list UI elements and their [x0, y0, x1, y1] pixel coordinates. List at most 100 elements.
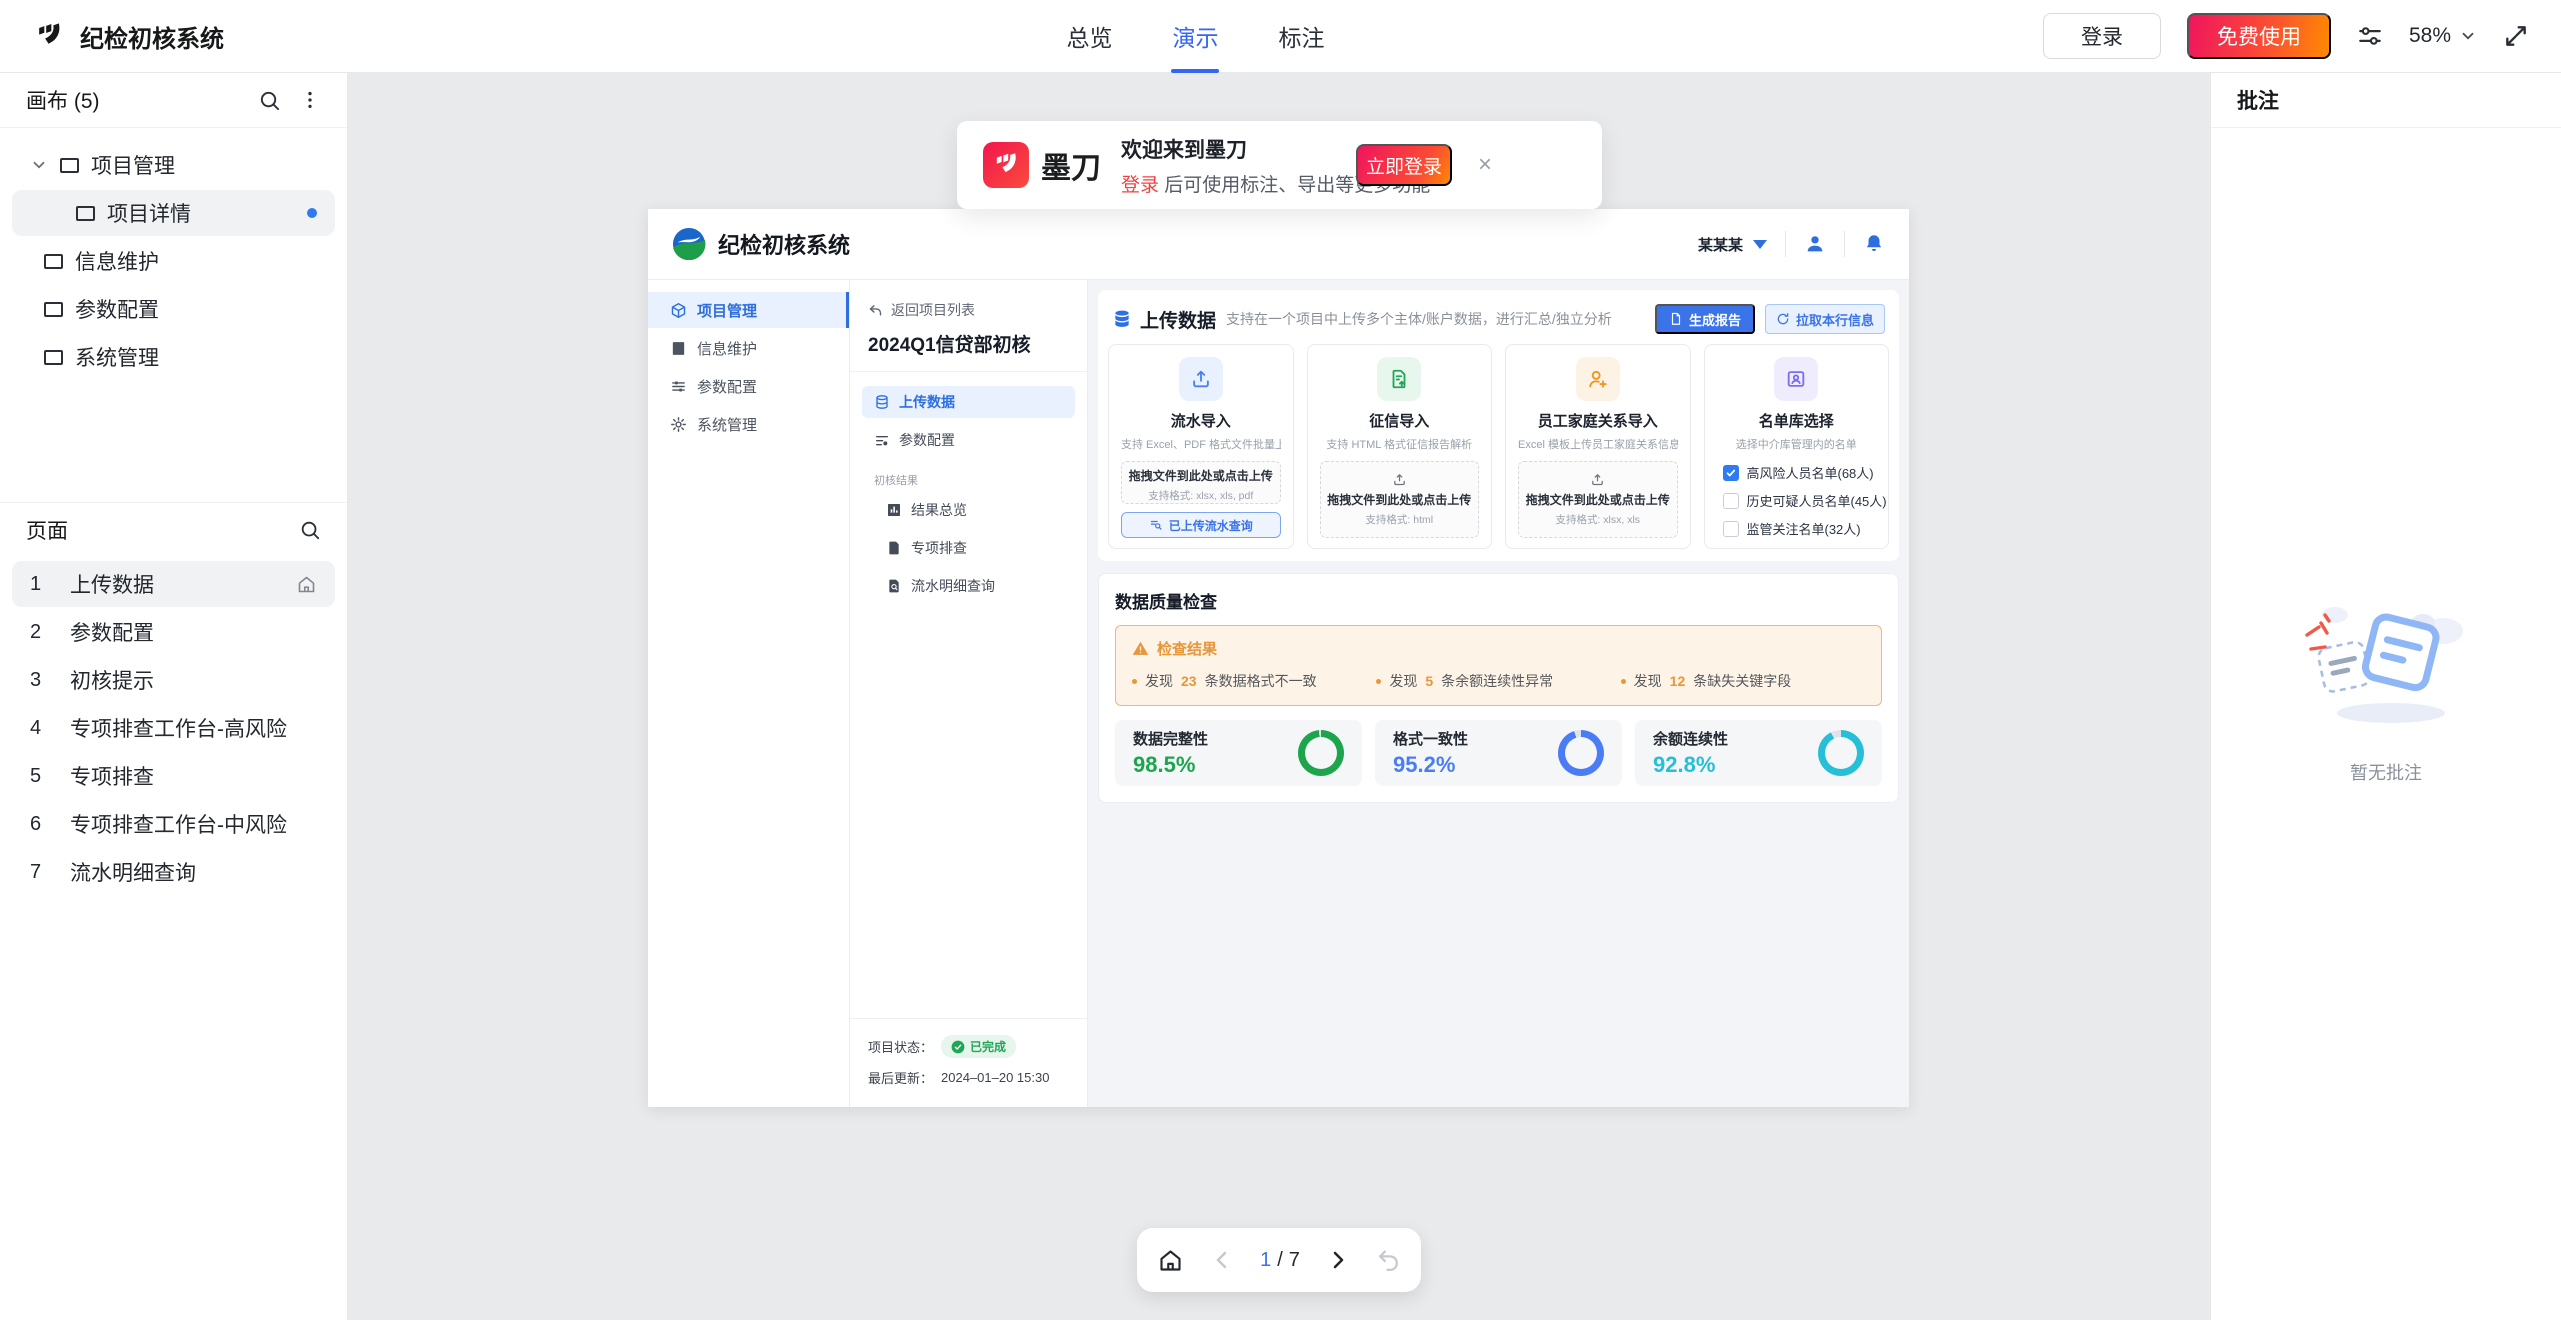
menu-item-special-check[interactable]: 专项排查: [862, 532, 1075, 564]
checkbox-icon[interactable]: [1723, 493, 1739, 509]
canvas-list-title: 画布 (5): [26, 85, 258, 115]
menu-item-flow-detail[interactable]: 流水明细查询: [862, 570, 1075, 602]
bank-logo: [672, 227, 706, 261]
banner-subtitle: 登录 后可使用标注、导出等更多功能: [1121, 170, 1356, 197]
page-number: 6: [30, 813, 70, 836]
zoom-control[interactable]: 58%: [2409, 24, 2477, 48]
divider: [1785, 231, 1786, 257]
bullet-dot: [1132, 679, 1137, 684]
menu-item-param-config[interactable]: 参数配置: [862, 424, 1075, 456]
prev-page-icon[interactable]: [1210, 1248, 1234, 1272]
nav-item-project-management[interactable]: 项目管理: [648, 292, 849, 328]
checkbox-icon[interactable]: [1723, 521, 1739, 537]
report-icon: [1669, 312, 1683, 326]
card-desc: 选择中介库管理内的名单: [1736, 436, 1857, 451]
pull-bank-info-button[interactable]: 拉取本行信息: [1765, 304, 1885, 334]
free-use-button[interactable]: 免费使用: [2187, 13, 2331, 59]
cube-icon: [670, 302, 687, 319]
frame-icon: [44, 302, 63, 317]
mockup-body: 项目管理 信息维护 参数配置 系统管理: [648, 280, 1909, 1107]
annotation-title: 批注: [2211, 73, 2561, 128]
person-add-icon: [1576, 357, 1620, 401]
topbar-left: 纪检初核系统: [0, 19, 348, 54]
banner-title: 欢迎来到墨刀: [1121, 134, 1356, 164]
bell-icon[interactable]: [1863, 233, 1885, 255]
welcome-banner: 墨刀 欢迎来到墨刀 登录 后可使用标注、导出等更多功能 立即登录 ×: [957, 121, 1602, 209]
card-flow-import: 流水导入 支持 Excel、PDF 格式文件批量上传 拖拽文件到此处或点击上传 …: [1108, 344, 1294, 549]
checkbox-history-suspect[interactable]: 历史可疑人员名单(45人): [1723, 491, 1877, 510]
annotation-panel: 批注 暂无批注: [2210, 73, 2561, 1320]
replay-icon[interactable]: [1376, 1248, 1401, 1273]
nav-item-info-maintain[interactable]: 信息维护: [648, 330, 849, 366]
button-label: 生成报告: [1689, 310, 1741, 329]
page-row-4[interactable]: 4 专项排查工作台-高风险: [12, 705, 335, 751]
nav-item-system-manage[interactable]: 系统管理: [648, 406, 849, 442]
tree-item-system-manage[interactable]: 系统管理: [12, 334, 335, 380]
tab-annotate[interactable]: 标注: [1276, 9, 1326, 63]
card-title: 征信导入: [1369, 410, 1429, 431]
more-kebab-icon[interactable]: [299, 89, 321, 111]
page-row-1[interactable]: 1 上传数据: [12, 561, 335, 607]
tab-present[interactable]: 演示: [1170, 9, 1220, 63]
checkbox-high-risk[interactable]: 高风险人员名单(68人): [1723, 463, 1877, 482]
page-row-3[interactable]: 3 初核提示: [12, 657, 335, 703]
document-upload-icon: [1377, 357, 1421, 401]
back-label: 返回项目列表: [891, 300, 975, 320]
login-button[interactable]: 登录: [2043, 13, 2161, 59]
frame-icon: [76, 206, 95, 221]
home-icon[interactable]: [1157, 1247, 1184, 1274]
login-link[interactable]: 登录: [1121, 175, 1159, 196]
settings-sliders-icon[interactable]: [2357, 23, 2383, 49]
page-label: 专项排查工作台-高风险: [70, 713, 317, 743]
flow-dropzone[interactable]: 拖拽文件到此处或点击上传 支持格式: xlsx, xls, pdf: [1121, 461, 1281, 504]
chevron-down-icon[interactable]: [30, 156, 48, 174]
next-page-icon[interactable]: [1326, 1248, 1350, 1272]
quality-metrics: 数据完整性 98.5% 格式一致性 95.2%: [1115, 720, 1882, 786]
menu-item-upload-data[interactable]: 上传数据: [862, 386, 1075, 418]
canvas-list-header: 画布 (5): [0, 73, 347, 128]
page-row-5[interactable]: 5 专项排查: [12, 753, 335, 799]
page-number: 1: [30, 573, 70, 596]
page-label: 专项排查: [70, 761, 317, 791]
tree-item-project-management[interactable]: 项目管理: [12, 142, 335, 188]
empty-annotations-text: 暂无批注: [2350, 759, 2422, 785]
menu-label: 流水明细查询: [911, 576, 995, 596]
tree-item-project-detail[interactable]: 项目详情: [12, 190, 335, 236]
back-to-projects-link[interactable]: 返回项目列表: [868, 300, 1069, 320]
metric-data-completeness: 数据完整性 98.5%: [1115, 720, 1362, 786]
credit-dropzone[interactable]: 拖拽文件到此处或点击上传 支持格式: html: [1320, 461, 1480, 538]
login-now-button[interactable]: 立即登录: [1356, 144, 1452, 186]
family-dropzone[interactable]: 拖拽文件到此处或点击上传 支持格式: xlsx, xls: [1518, 461, 1678, 538]
menu-item-result-overview[interactable]: 结果总览: [862, 494, 1075, 526]
issue-count: 5: [1425, 673, 1433, 689]
tab-overview[interactable]: 总览: [1064, 9, 1114, 63]
tree-item-info-maintain[interactable]: 信息维护: [12, 238, 335, 284]
search-icon[interactable]: [299, 519, 321, 541]
upload-icon: [1590, 472, 1605, 487]
checkbox-checked-icon[interactable]: [1723, 465, 1739, 481]
frame-icon: [44, 350, 63, 365]
tree-item-param-config[interactable]: 参数配置: [12, 286, 335, 332]
document-search-icon: [886, 578, 902, 594]
issue-prefix: 发现: [1145, 671, 1173, 691]
close-icon[interactable]: ×: [1478, 153, 1492, 177]
page-row-7[interactable]: 7 流水明细查询: [12, 849, 335, 895]
checkbox-regulator-watch[interactable]: 监管关注名单(32人): [1723, 519, 1877, 538]
nav-item-param-config[interactable]: 参数配置: [648, 368, 849, 404]
updated-value: 2024–01–20 15:30: [941, 1070, 1049, 1085]
card-family-import: 员工家庭关系导入 Excel 模板上传员工家庭关系信息 拖拽文件到此处或点击上传…: [1505, 344, 1691, 549]
page-row-2[interactable]: 2 参数配置: [12, 609, 335, 655]
menu-label: 参数配置: [899, 430, 955, 450]
page-label: 参数配置: [70, 617, 317, 647]
card-desc: 支持 HTML 格式征信报告解析: [1326, 436, 1472, 452]
check-circle-icon: [951, 1040, 965, 1054]
search-icon[interactable]: [258, 89, 281, 112]
user-menu[interactable]: 某某某: [1698, 234, 1767, 255]
fullscreen-icon[interactable]: [2503, 23, 2529, 49]
check-result-label: 检查结果: [1157, 638, 1217, 659]
uploaded-flow-query-button[interactable]: 已上传流水查询: [1121, 512, 1281, 538]
nav-label: 参数配置: [697, 376, 757, 397]
page-row-6[interactable]: 6 专项排查工作台-中风险: [12, 801, 335, 847]
user-icon[interactable]: [1804, 233, 1826, 255]
generate-report-button[interactable]: 生成报告: [1655, 304, 1755, 334]
